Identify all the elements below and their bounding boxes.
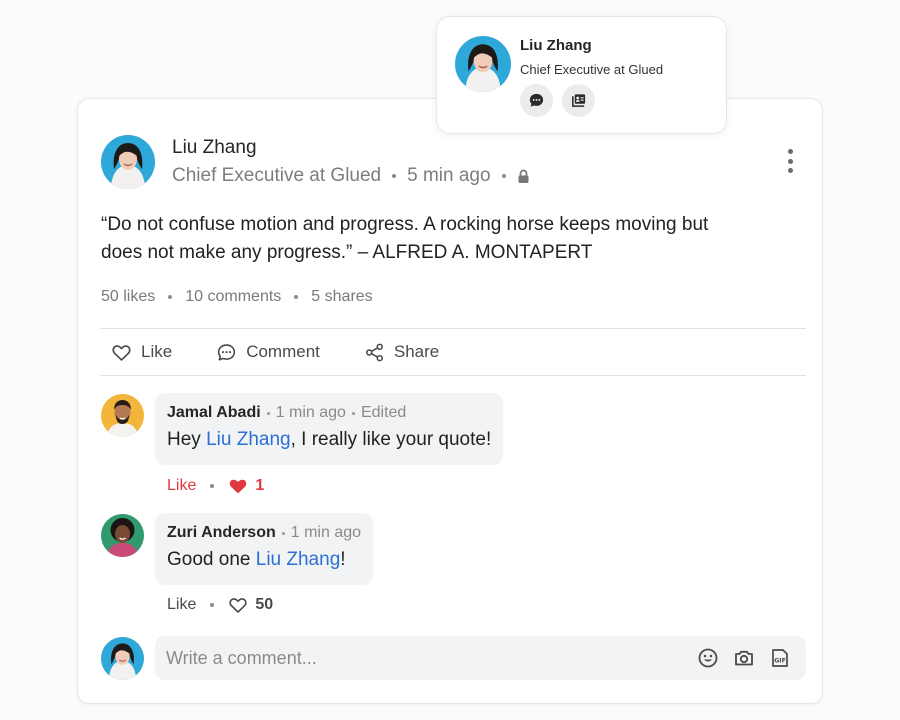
comment-button[interactable]: Comment [216, 342, 320, 363]
reaction-count-value: 1 [255, 476, 265, 494]
comment-label: Comment [246, 342, 320, 361]
reaction-count[interactable]: 1 [228, 476, 264, 495]
post-time: 5 min ago [407, 165, 491, 186]
comment-item: Zuri Anderson 1 min ago Good one Liu Zha… [101, 513, 374, 585]
message-icon [529, 93, 544, 107]
comment-actions: Like 50 [167, 595, 273, 614]
commenter-name[interactable]: Zuri Anderson [167, 523, 276, 543]
comment-text-end: , I really like your quote! [290, 429, 492, 450]
commenter-name[interactable]: Jamal Abadi [167, 403, 261, 423]
post-actions: Like Comment Share [111, 335, 483, 369]
message-button[interactable] [520, 84, 553, 117]
heart-icon [112, 344, 131, 361]
mention-link[interactable]: Liu Zhang [206, 429, 291, 450]
hover-card-avatar[interactable] [455, 36, 511, 92]
svg-text:GIF: GIF [774, 658, 786, 665]
separator-dot [168, 295, 173, 299]
likes-count[interactable]: 50 likes [101, 288, 155, 306]
post-header: Liu Zhang Chief Executive at Glued 5 min… [101, 135, 530, 189]
author-avatar[interactable] [101, 135, 155, 189]
post-text: “Do not confuse motion and progress. A r… [101, 214, 709, 263]
comment-composer: GIF [101, 636, 806, 680]
separator-dot [501, 174, 506, 178]
author-subline: Chief Executive at Glued 5 min ago [172, 164, 530, 188]
shares-count[interactable]: 5 shares [311, 288, 372, 306]
emoji-icon[interactable] [697, 647, 719, 669]
comment-text: Hey Liu Zhang, I really like your quote! [167, 428, 491, 452]
comments-count[interactable]: 10 comments [185, 288, 281, 306]
comment-item: Jamal Abadi 1 min ago Edited Hey Liu Zha… [101, 393, 504, 465]
commenter-avatar[interactable] [101, 514, 144, 557]
comment-like-button[interactable]: Like [167, 596, 196, 614]
comment-header: Zuri Anderson 1 min ago [167, 523, 361, 543]
comment-text: Good one Liu Zhang! [167, 548, 361, 572]
divider [100, 375, 806, 376]
comment-text-start: Good one [167, 549, 256, 570]
comment-text-start: Hey [167, 429, 207, 450]
heart-icon [229, 598, 247, 613]
view-profile-button[interactable] [562, 84, 595, 117]
gif-icon[interactable]: GIF [769, 647, 791, 669]
composer-icons: GIF [683, 647, 791, 669]
like-button[interactable]: Like [111, 342, 172, 363]
commenter-avatar[interactable] [101, 394, 144, 437]
post-stats: 50 likes 10 comments 5 shares [101, 288, 373, 306]
comment-actions: Like 1 [167, 476, 264, 495]
author-name[interactable]: Liu Zhang [172, 136, 530, 160]
profile-card-icon [572, 94, 586, 107]
separator-dot [210, 602, 215, 607]
comment-input-wrapper: GIF [144, 636, 806, 680]
like-label: Like [141, 342, 173, 361]
divider [100, 328, 806, 329]
comment-like-button[interactable]: Like [167, 477, 196, 495]
post-card: Liu Zhang Chief Executive at Glued 5 min… [77, 98, 823, 704]
comment-bubble: Jamal Abadi 1 min ago Edited Hey Liu Zha… [155, 393, 504, 465]
author-meta: Liu Zhang Chief Executive at Glued 5 min… [172, 135, 530, 188]
author-title: Chief Executive at Glued [172, 165, 382, 186]
reaction-count-value: 50 [255, 595, 274, 613]
separator-dot [266, 411, 270, 415]
separator-dot [210, 483, 215, 488]
mention-link[interactable]: Liu Zhang [256, 549, 341, 570]
profile-hover-card: Liu Zhang Chief Executive at Glued [436, 16, 727, 134]
hover-card-name[interactable]: Liu Zhang [520, 37, 592, 54]
camera-icon[interactable] [733, 647, 755, 669]
comment-time: 1 min ago [275, 404, 346, 421]
comment-icon [218, 343, 236, 361]
lock-icon [517, 169, 530, 184]
separator-dot [351, 411, 355, 415]
separator-dot [294, 295, 299, 299]
hover-card-actions [520, 84, 604, 117]
separator-dot [281, 531, 285, 535]
heart-filled-icon [230, 479, 247, 494]
share-icon [365, 343, 383, 361]
separator-dot [392, 174, 397, 178]
more-options-icon[interactable] [782, 146, 798, 176]
comment-time: 1 min ago [290, 524, 362, 541]
comment-text-end: ! [340, 549, 346, 570]
hover-card-title: Chief Executive at Glued [520, 62, 664, 77]
share-button[interactable]: Share [364, 342, 439, 363]
current-user-avatar [101, 636, 144, 680]
edited-label: Edited [360, 404, 407, 421]
share-label: Share [393, 342, 440, 361]
comment-header: Jamal Abadi 1 min ago Edited [167, 403, 491, 423]
comment-bubble: Zuri Anderson 1 min ago Good one Liu Zha… [155, 513, 374, 585]
reaction-count[interactable]: 50 [228, 595, 273, 614]
